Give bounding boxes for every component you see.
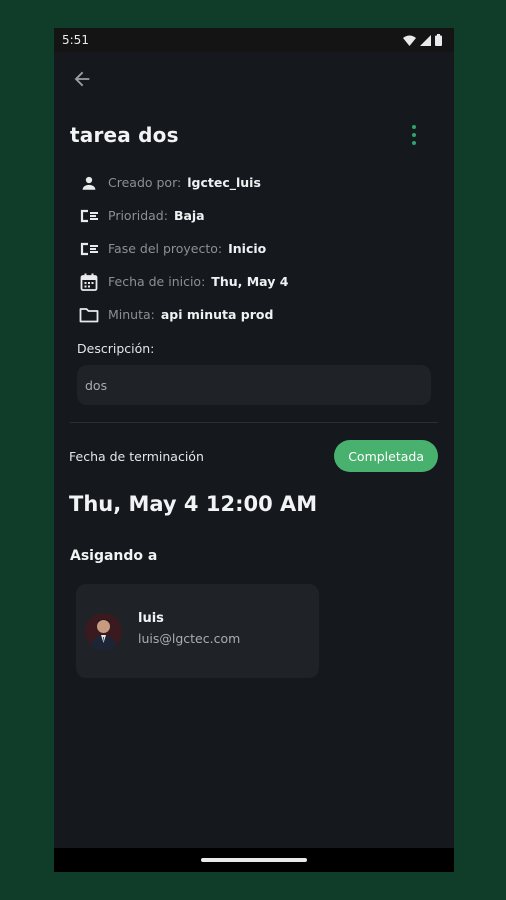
more-menu-button[interactable] [404,121,424,149]
signal-icon [420,34,431,46]
back-button[interactable] [68,65,96,93]
detail-priority: Prioridad: Baja [78,199,454,232]
calendar-icon [78,271,100,293]
completion-label: Fecha de terminación [69,448,204,464]
detail-value: Thu, May 4 [211,274,289,289]
status-badge[interactable]: Completada [334,440,438,472]
detail-value: Inicio [228,241,267,256]
detail-label: Creado por: [108,175,182,190]
completion-date: Thu, May 4 12:00 AM [69,492,318,516]
avatar [85,612,122,650]
assigned-heading: Asigando a [70,548,158,564]
detail-label: Prioridad: [108,208,168,223]
assigned-user-card[interactable]: luis luis@lgctec.com [76,584,319,678]
detail-start-date: Fecha de inicio: Thu, May 4 [78,265,454,298]
status-bar: 5:51 [54,28,454,52]
battery-icon [435,34,442,46]
detail-value: Baja [173,208,205,223]
description-text: dos [85,377,108,393]
detail-value: api minuta prod [160,307,274,322]
task-details: Creado por: lgctec_luis Prioridad: Baja … [54,160,454,331]
home-indicator[interactable] [201,858,307,862]
description-label: Descripción: [77,341,155,356]
completion-row: Fecha de terminación Completada [54,440,454,472]
phase-icon [78,238,100,260]
detail-value: lgctec_luis [187,175,261,190]
detail-label: Fecha de inicio: [108,274,206,289]
wifi-icon [403,35,416,46]
folder-icon [78,304,100,326]
user-name: luis [138,610,164,626]
person-icon [78,172,100,194]
divider [70,422,438,423]
arrow-back-icon [74,71,90,87]
detail-label: Minuta: [108,307,155,322]
user-email: luis@lgctec.com [138,630,241,646]
task-title: tarea dos [70,123,179,147]
more-vert-icon [412,125,416,129]
detail-label: Fase del proyecto: [108,241,223,256]
detail-phase: Fase del proyecto: Inicio [78,232,454,265]
priority-icon [78,205,100,227]
title-row: tarea dos [54,110,454,160]
phone-screen: 5:51 tarea dos Creado por: lgctec_luis P… [54,28,454,872]
detail-created-by: Creado por: lgctec_luis [78,166,454,199]
detail-minute: Minuta: api minuta prod [78,298,454,331]
description-box: dos [77,365,431,405]
app-bar [54,52,454,106]
status-time: 5:51 [62,33,89,47]
status-icons [403,34,442,46]
navigation-bar [54,848,454,872]
